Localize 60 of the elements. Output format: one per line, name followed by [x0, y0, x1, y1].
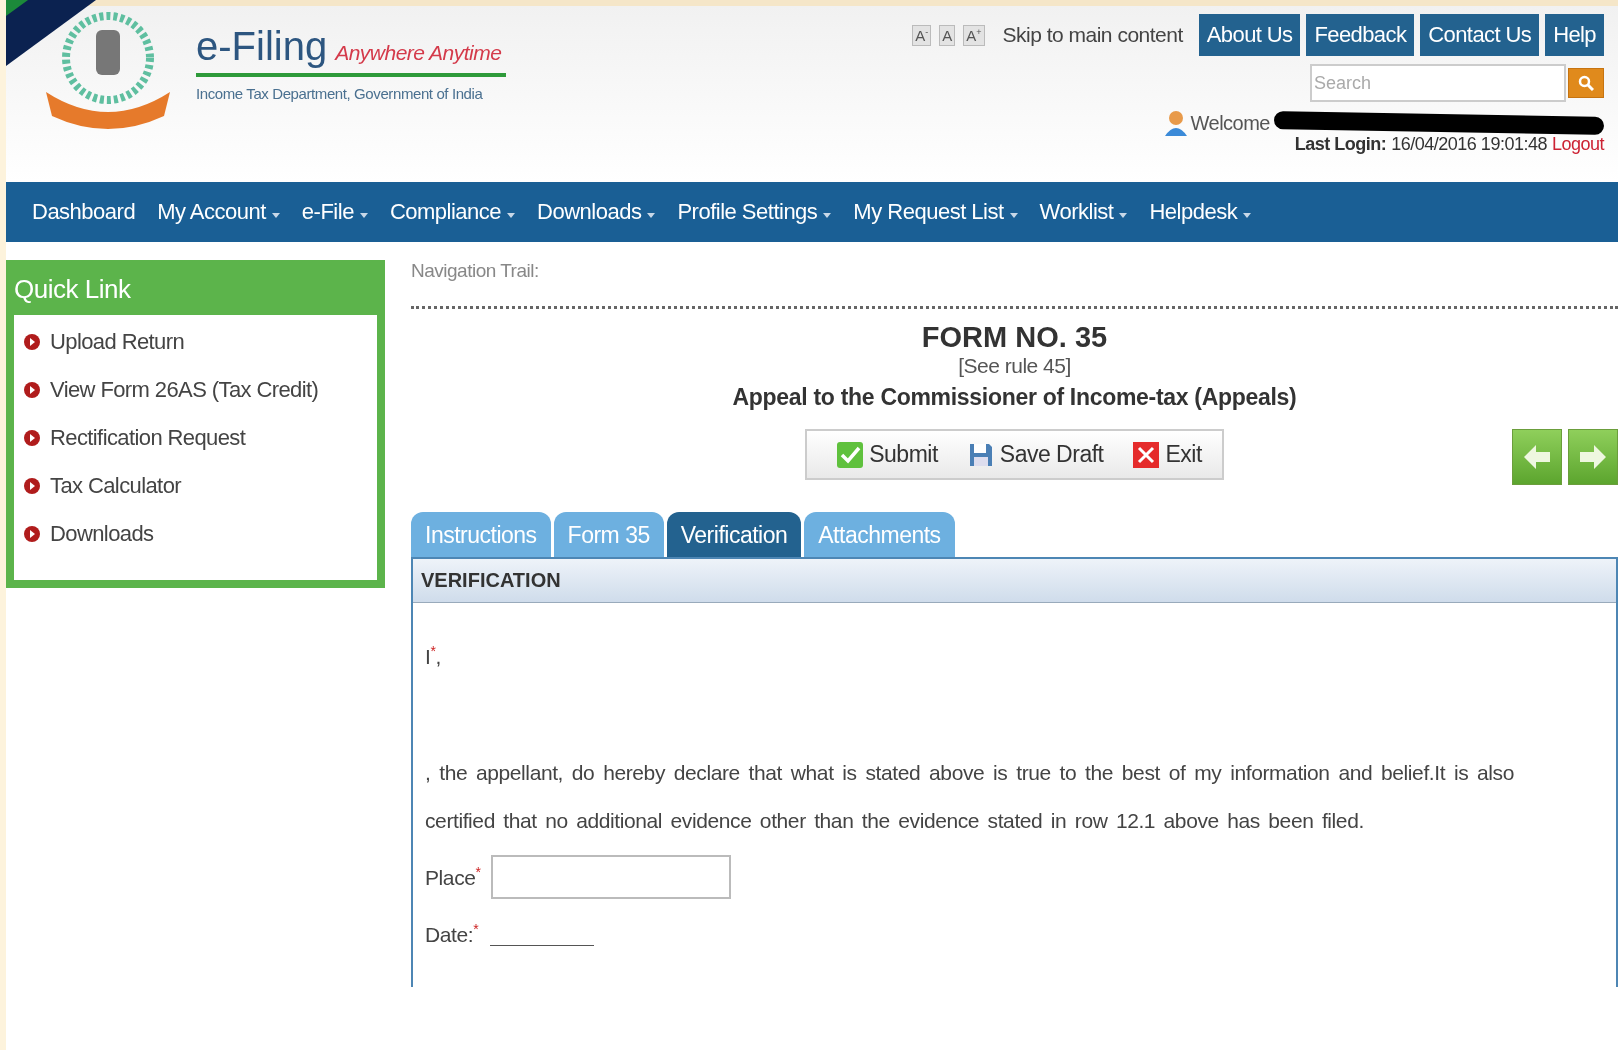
- submit-button[interactable]: Submit: [837, 441, 938, 468]
- brand-name: e-Filing: [196, 24, 328, 69]
- user-icon: [1164, 110, 1187, 136]
- tab[interactable]: Verification: [666, 512, 802, 557]
- top-link[interactable]: Help: [1545, 14, 1604, 56]
- tagline: Anywhere Anytime: [335, 41, 502, 65]
- section-header: VERIFICATION: [413, 559, 1616, 603]
- quick-link[interactable]: Rectification Request: [50, 425, 246, 451]
- close-icon: [1133, 441, 1160, 468]
- next-button[interactable]: [1568, 429, 1618, 485]
- bullet-icon: [24, 526, 40, 542]
- exit-button[interactable]: Exit: [1133, 441, 1202, 468]
- nav-item[interactable]: My Request List: [853, 199, 1018, 225]
- field-label: Place$^{*}$: [425, 864, 481, 890]
- font-size-button[interactable]: A$^{+}$: [963, 24, 985, 46]
- quick-link[interactable]: Downloads: [50, 521, 154, 547]
- skip-link[interactable]: Skip to main content: [1002, 23, 1183, 47]
- welcome-label: Welcome: [1190, 111, 1270, 135]
- quick-link[interactable]: Tax Calculator: [50, 473, 181, 499]
- bullet-icon: [24, 334, 40, 350]
- nav-item[interactable]: Profile Settings: [677, 199, 832, 225]
- check-icon: [837, 441, 864, 468]
- search-button[interactable]: [1568, 68, 1604, 98]
- field-label: Date:$^{*}$: [425, 921, 479, 947]
- top-link[interactable]: Feedback: [1306, 14, 1415, 56]
- font-size-button[interactable]: A$^{-}$: [912, 24, 932, 46]
- nav-item[interactable]: Dashboard: [32, 199, 136, 225]
- save-icon: [967, 441, 994, 468]
- nav-item[interactable]: Worklist: [1039, 199, 1128, 225]
- search-field[interactable]: Search: [1310, 64, 1566, 102]
- panel-title: Quick Link: [14, 273, 132, 306]
- search-icon: [1578, 75, 1594, 91]
- declarant-label: I$^{*}$,: [425, 643, 442, 669]
- font-size-button[interactable]: A: [939, 24, 956, 46]
- arrow-left-icon: [1524, 445, 1550, 469]
- logout-link[interactable]: Logout: [1551, 134, 1604, 155]
- save-button[interactable]: Save Draft: [967, 441, 1104, 468]
- navigation-trail: Navigation Trail:: [411, 260, 540, 282]
- department-name: Income Tax Department, Government of India: [196, 85, 484, 102]
- nav-item[interactable]: e-File: [301, 199, 368, 225]
- form-subtitle: Appeal to the Commissioner of Income-tax (Appeals): [732, 384, 1297, 411]
- top-link[interactable]: Contact Us: [1420, 14, 1540, 56]
- place-field[interactable]: [490, 855, 731, 899]
- bullet-icon: [24, 430, 40, 446]
- quick-link[interactable]: Upload Return: [50, 329, 185, 355]
- top-link[interactable]: About Us: [1198, 14, 1301, 56]
- quick-link[interactable]: View Form 26AS (Tax Credit): [50, 377, 319, 403]
- previous-button[interactable]: [1512, 429, 1562, 485]
- bullet-icon: [24, 382, 40, 398]
- nav-item[interactable]: Helpdesk: [1149, 199, 1252, 225]
- declaration-text: , the appellant, do hereby declare that what is stated above is true to the best of my information and belief.It is also certified that no additional evidence other than the evidence stated in row 12.1 above has been filed.: [425, 760, 1514, 834]
- rule-reference: [See rule 45]: [958, 354, 1071, 378]
- nav-item[interactable]: Compliance: [389, 199, 516, 225]
- bullet-icon: [24, 478, 40, 494]
- last-login-time: 16/04/2016 19:01:48: [1391, 134, 1547, 155]
- last-login-label: Last Login:: [1294, 134, 1387, 155]
- nav-item[interactable]: My Account: [157, 199, 280, 225]
- nav-item[interactable]: Downloads: [537, 199, 656, 225]
- form-title: FORM NO. 35: [921, 321, 1108, 354]
- arrow-right-icon: [1580, 445, 1606, 469]
